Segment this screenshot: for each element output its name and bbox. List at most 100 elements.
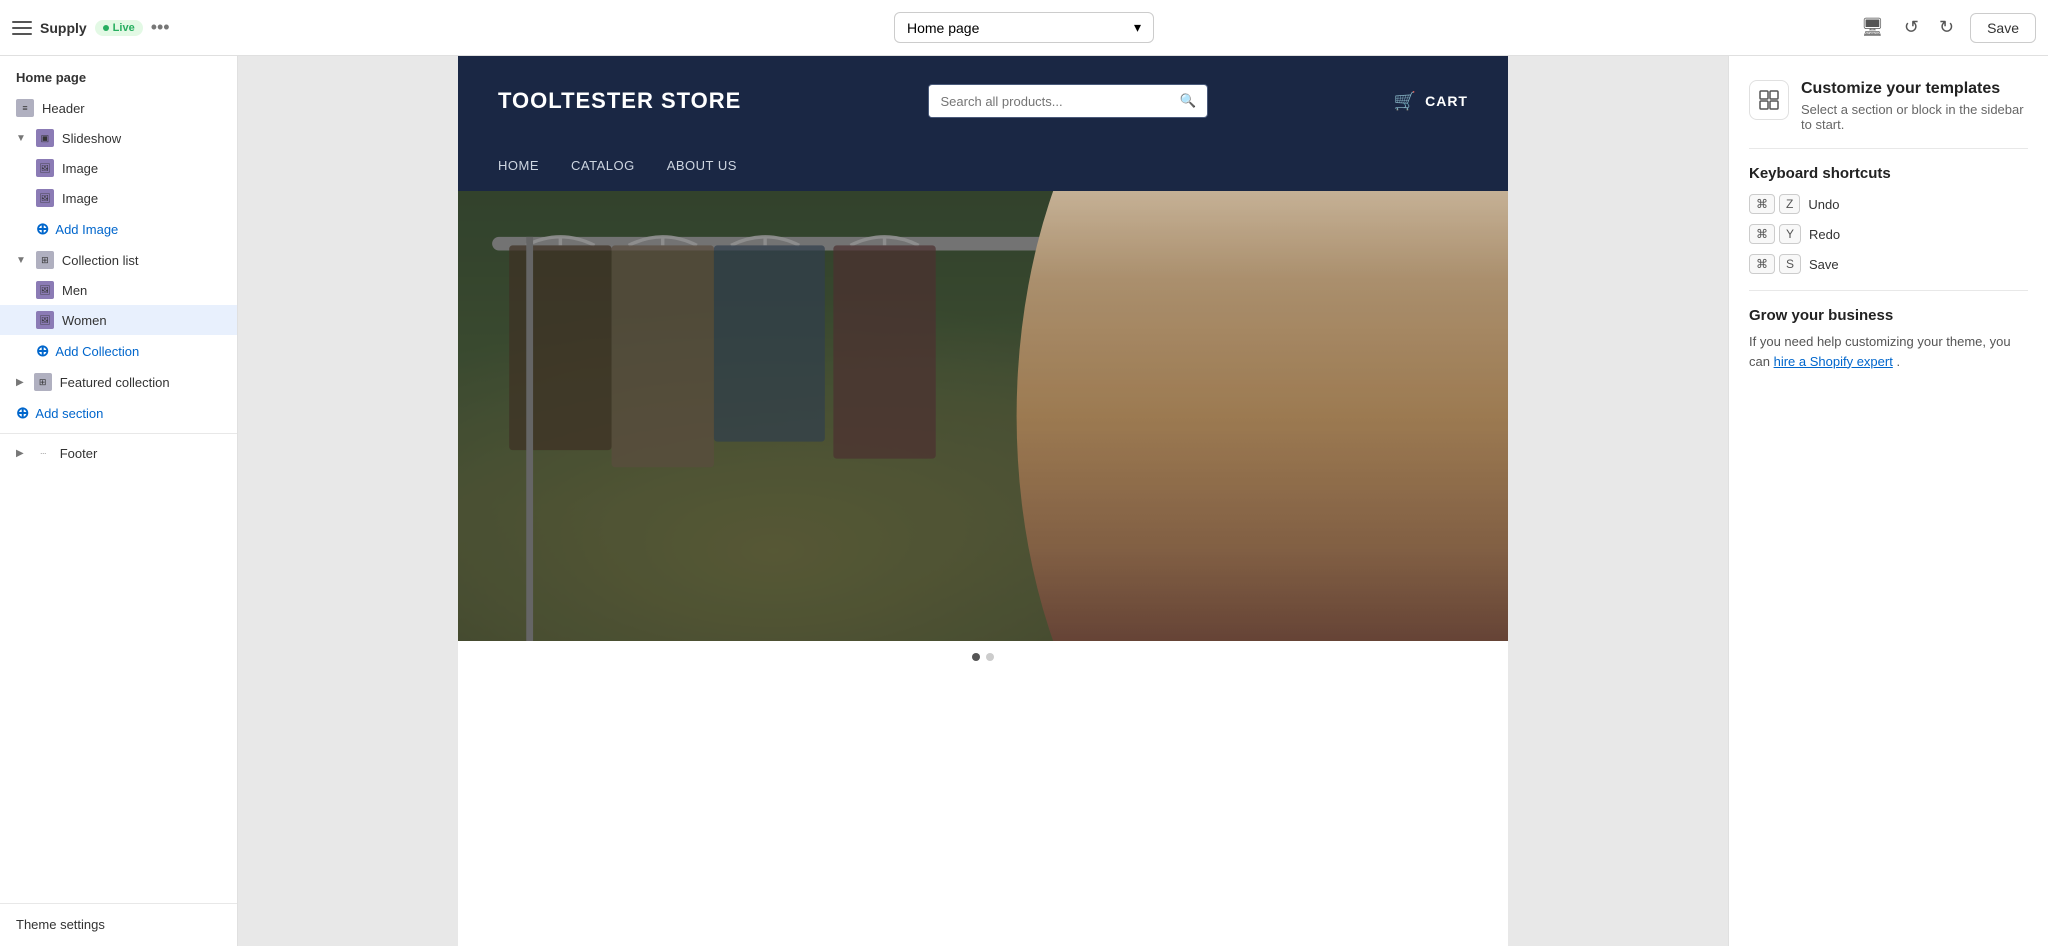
page-select-dropdown[interactable]: Home page ▾ [894, 12, 1154, 43]
sidebar-label-image2: Image [62, 191, 98, 206]
topbar-left: Supply Live ••• [12, 17, 232, 38]
topbar-center: Home page ▾ [240, 12, 1808, 43]
sidebar-item-image1[interactable]: 🖼 Image [0, 153, 237, 183]
grow-title: Grow your business [1749, 307, 2028, 324]
sidebar-item-women[interactable]: 🖼 Women [0, 305, 237, 335]
carousel-dots [458, 641, 1508, 673]
panel-subtitle: Select a section or block in the sidebar… [1801, 102, 2028, 132]
sidebar-item-image2[interactable]: 🖼 Image [0, 183, 237, 213]
search-input[interactable] [929, 86, 1170, 117]
panel-divider-2 [1749, 290, 2028, 291]
cart-label: CART [1425, 93, 1468, 109]
add-collection-button[interactable]: ⊕ Add Collection [0, 335, 237, 367]
carousel-dot-1[interactable] [972, 653, 980, 661]
dark-overlay [458, 191, 1508, 641]
add-image-label: Add Image [55, 222, 118, 237]
plus-collection-icon: ⊕ [36, 341, 49, 361]
sidebar-item-slideshow[interactable]: ▼ ▣ Slideshow [0, 123, 237, 153]
sidebar-section-title: Home page [0, 56, 237, 93]
shortcut-undo-keys: ⌘ Z [1749, 194, 1800, 214]
store-header: TOOLTESTER STORE 🔍 🛒 CART HOME CATALOG A… [458, 56, 1508, 191]
sidebar-label-women: Women [62, 313, 107, 328]
theme-settings-link[interactable]: Theme settings [16, 917, 105, 932]
live-dot [103, 25, 109, 31]
grow-section: Grow your business If you need help cust… [1749, 307, 2028, 371]
cart-icon: 🛒 [1394, 91, 1417, 112]
caret-collection: ▼ [16, 255, 26, 266]
redo-button[interactable]: ↻ [1935, 13, 1958, 42]
topbar-right: 🖥 ↺ ↻ Save [1816, 13, 2036, 43]
sidebar-label-featured-collection: Featured collection [60, 375, 170, 390]
panel-header: Customize your templates Select a sectio… [1749, 80, 2028, 132]
caret-featured: ▶ [16, 377, 24, 388]
shortcut-save-keys: ⌘ S [1749, 254, 1801, 274]
shortcut-undo-label: Undo [1808, 197, 1839, 212]
key-y: Y [1779, 224, 1801, 244]
store-cart[interactable]: 🛒 CART [1394, 91, 1468, 112]
panel-divider-1 [1749, 148, 2028, 149]
nav-catalog[interactable]: CATALOG [571, 158, 635, 173]
add-collection-label: Add Collection [55, 344, 139, 359]
nav-about[interactable]: ABOUT US [667, 158, 737, 173]
grow-link[interactable]: hire a Shopify expert [1774, 354, 1893, 369]
undo-button[interactable]: ↺ [1900, 13, 1923, 42]
sidebar-label-footer: Footer [60, 446, 98, 461]
add-section-label: Add section [35, 406, 103, 421]
key-cmd-redo: ⌘ [1749, 224, 1775, 244]
preview-wrapper: TOOLTESTER STORE 🔍 🛒 CART HOME CATALOG A… [458, 56, 1508, 946]
footer-icon: ··· [34, 444, 52, 462]
grow-text: If you need help customizing your theme,… [1749, 332, 2028, 371]
sidebar-item-collection-list[interactable]: ▼ ⊞ Collection list [0, 245, 237, 275]
sidebar-label-collection-list: Collection list [62, 253, 139, 268]
panel-icon [1749, 80, 1789, 120]
collection-list-icon: ⊞ [36, 251, 54, 269]
image2-icon: 🖼 [36, 189, 54, 207]
shortcut-save-label: Save [1809, 257, 1839, 272]
save-button[interactable]: Save [1970, 13, 2036, 43]
sidebar-divider [0, 433, 237, 434]
sidebar-item-footer[interactable]: ▶ ··· Footer [0, 438, 237, 468]
key-cmd-undo: ⌘ [1749, 194, 1775, 214]
plus-icon: ⊕ [36, 219, 49, 239]
grow-text-suffix: . [1896, 354, 1900, 369]
shortcut-redo-keys: ⌘ Y [1749, 224, 1801, 244]
plus-section-icon: ⊕ [16, 403, 29, 423]
more-options-icon[interactable]: ••• [151, 17, 170, 38]
shortcut-redo-label: Redo [1809, 227, 1840, 242]
sidebar-label-header: Header [42, 101, 85, 116]
menu-icon[interactable] [12, 18, 32, 38]
nav-home[interactable]: HOME [498, 158, 539, 173]
key-s: S [1779, 254, 1801, 274]
desktop-view-button[interactable]: 🖥 [1857, 13, 1888, 42]
shortcut-save: ⌘ S Save [1749, 254, 2028, 274]
slideshow-icon: ▣ [36, 129, 54, 147]
sidebar-label-image1: Image [62, 161, 98, 176]
caret-footer: ▶ [16, 448, 24, 459]
key-z: Z [1779, 194, 1800, 214]
key-cmd-save: ⌘ [1749, 254, 1775, 274]
search-button[interactable]: 🔍 [1170, 85, 1207, 117]
left-sidebar: Home page ≡ Header ▼ ▣ Slideshow 🖼 Image… [0, 56, 238, 946]
live-badge: Live [95, 20, 143, 36]
image1-icon: 🖼 [36, 159, 54, 177]
carousel-dot-2[interactable] [986, 653, 994, 661]
men-icon: 🖼 [36, 281, 54, 299]
store-name: Supply [40, 20, 87, 36]
sidebar-item-featured-collection[interactable]: ▶ ⊞ Featured collection [0, 367, 237, 397]
shortcut-redo: ⌘ Y Redo [1749, 224, 2028, 244]
right-panel: Customize your templates Select a sectio… [1728, 56, 2048, 946]
store-nav: HOME CATALOG ABOUT US [498, 142, 1468, 191]
live-label: Live [113, 22, 135, 34]
add-section-button[interactable]: ⊕ Add section [0, 397, 237, 429]
add-image-button[interactable]: ⊕ Add Image [0, 213, 237, 245]
caret-slideshow: ▼ [16, 133, 26, 144]
shortcut-undo: ⌘ Z Undo [1749, 194, 2028, 214]
store-search[interactable]: 🔍 [928, 84, 1208, 118]
panel-text: Customize your templates Select a sectio… [1801, 80, 2028, 132]
sidebar-item-header[interactable]: ≡ Header [0, 93, 237, 123]
shortcuts-heading: Keyboard shortcuts [1749, 165, 2028, 182]
sidebar-item-men[interactable]: 🖼 Men [0, 275, 237, 305]
main-layout: Home page ≡ Header ▼ ▣ Slideshow 🖼 Image… [0, 56, 2048, 946]
hero-image [458, 191, 1508, 641]
header-icon: ≡ [16, 99, 34, 117]
